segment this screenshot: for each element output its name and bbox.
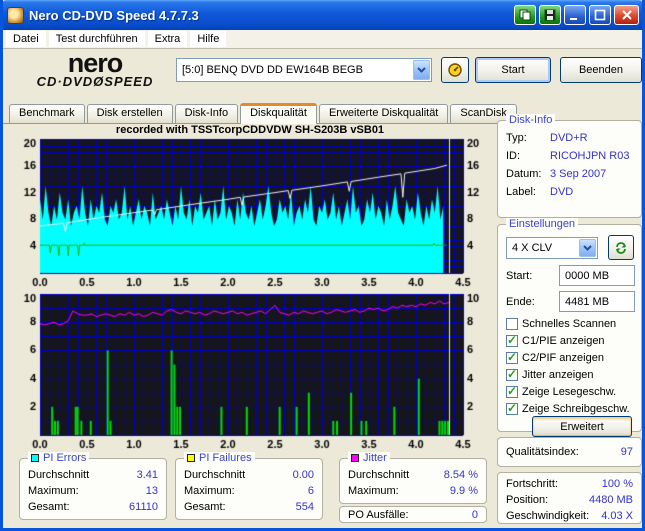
refresh-button[interactable]	[608, 235, 634, 260]
jitter-caption: Jitter	[363, 452, 387, 464]
menu-extra[interactable]: Extra	[147, 31, 188, 47]
settings-caption: Einstellungen	[506, 218, 579, 230]
disk-info-row: Datum: 3 Sep 2007	[506, 168, 607, 180]
jitter-legend-swatch	[351, 454, 359, 462]
progress-panel: Fortschritt: 100 % Position: 4480 MB Gesch…	[497, 472, 642, 524]
quit-button-label: Beenden	[578, 64, 624, 76]
app-window: Nero CD-DVD Speed 4.7.7.3 Datei Test dur…	[0, 0, 645, 531]
pi-errors-panel: PI Errors Durchschnitt 3.41 Maximum: 13 Ge…	[19, 452, 167, 520]
checkbox-icon[interactable]	[506, 318, 518, 330]
checkbox-c1-pie-anzeigen[interactable]: C1/PIE anzeigen	[506, 333, 605, 348]
start-button-label: Start	[501, 64, 525, 76]
end-field-label: Ende:	[506, 295, 535, 308]
progress-row: Fortschritt: 100 %	[506, 478, 633, 490]
checkbox-icon[interactable]	[506, 367, 518, 381]
header: nero CD·DVDØSPEED [5:0] BENQ DVD DD EW16…	[3, 50, 642, 103]
menu-hilfe[interactable]: Hilfe	[190, 31, 227, 47]
menu-bar: Datei Test durchführen Extra Hilfe	[3, 30, 642, 49]
quality-index-value: 97	[620, 446, 633, 458]
scan-speed-value: 4 X CLV	[512, 242, 553, 254]
drive-select-value: [5:0] BENQ DVD DD EW164B BEGB	[182, 64, 363, 76]
maximize-icon	[594, 9, 606, 21]
jitter-panel: Jitter Durchschnitt 8.54 % Maximum: 9.9 %	[339, 452, 487, 504]
menu-datei[interactable]: Datei	[6, 31, 46, 47]
speed-icon	[448, 63, 462, 77]
disk-info-panel: Disk-Info Typ: DVD+R ID: RICOHJPN R03 Datu…	[497, 114, 642, 218]
start-button[interactable]: Start	[475, 57, 551, 83]
pi-failures-caption: PI Failures	[199, 452, 252, 464]
end-field[interactable]: 4481 MB	[559, 291, 635, 312]
checkbox-icon[interactable]	[506, 401, 518, 415]
tab-disk-info[interactable]: Disk-Info	[174, 104, 239, 123]
speed-row: Geschwindigkeit: 4.03 X	[506, 510, 633, 522]
pi-failures-panel: PI Failures Durchschnitt 0.00 Maximum: 6 G…	[175, 452, 323, 520]
disk-info-row: ID: RICOHJPN R03	[506, 150, 630, 162]
title-bar: Nero CD-DVD Speed 4.7.7.3	[3, 0, 642, 30]
app-icon	[7, 6, 24, 24]
advanced-button[interactable]: Erweitert	[532, 416, 632, 437]
po-failures-row: PO Ausfälle: 0	[348, 509, 478, 521]
refresh-icon	[616, 241, 626, 254]
checkbox-icon[interactable]	[506, 384, 518, 398]
window-title: Nero CD-DVD Speed 4.7.7.3	[29, 7, 199, 23]
tab-diskqualitaet[interactable]: Diskqualität	[240, 103, 317, 124]
po-failures-panel: PO Ausfälle: 0	[339, 506, 487, 523]
settings-panel: Einstellungen 4 X CLV Start: 0000 MB End…	[497, 218, 642, 437]
disk-info-row: Label: DVD	[506, 186, 574, 198]
checkbox-icon[interactable]	[506, 333, 518, 347]
tab-disk-erstellen[interactable]: Disk erstellen	[86, 104, 173, 123]
nero-logo-text: nero	[67, 48, 124, 78]
position-row: Position: 4480 MB	[506, 494, 633, 506]
pi-errors-legend-swatch	[31, 454, 39, 462]
chart-recorded-with-label: recorded with TSSTcorpCDDVDW SH-S203B vS…	[115, 124, 385, 136]
advanced-button-label: Erweitert	[560, 420, 604, 433]
pi-failures-legend-swatch	[187, 454, 195, 462]
stat-row: Gesamt: 554	[184, 501, 314, 513]
stat-row: Gesamt: 61110	[28, 501, 158, 513]
minimize-button[interactable]	[564, 5, 586, 25]
stat-row: Durchschnitt 0.00	[184, 469, 314, 481]
nero-logo: nero CD·DVDØSPEED	[15, 48, 175, 89]
copy-button[interactable]	[514, 5, 536, 25]
quit-button[interactable]: Beenden	[560, 57, 642, 83]
menu-test-durchfuehren[interactable]: Test durchführen	[48, 31, 145, 47]
disk-info-row: Typ: DVD+R	[506, 132, 588, 144]
save-button[interactable]	[539, 5, 561, 25]
speed-select-button[interactable]	[441, 57, 469, 83]
drive-select[interactable]: [5:0] BENQ DVD DD EW164B BEGB	[176, 58, 432, 82]
close-button[interactable]	[614, 5, 639, 25]
checkbox-icon[interactable]	[506, 350, 518, 364]
stat-row: Maximum: 9.9 %	[348, 485, 478, 497]
disk-info-caption: Disk-Info	[506, 114, 556, 126]
start-field[interactable]: 0000 MB	[559, 265, 635, 286]
copy-icon	[519, 9, 531, 21]
checkbox-c2-pif-anzeigen[interactable]: C2/PIF anzeigen	[506, 350, 604, 365]
start-field-label: Start:	[506, 269, 533, 282]
checkbox-zeige-lesegeschw[interactable]: Zeige Lesegeschw.	[506, 384, 616, 399]
checkbox-schnelles-scannen[interactable]: Schnelles Scannen	[506, 317, 616, 331]
pi-failures-jitter-chart	[11, 292, 489, 450]
quality-index-panel: Qualitätsindex: 97	[497, 437, 642, 467]
chevron-down-icon[interactable]	[413, 60, 430, 80]
stat-row: Maximum: 13	[28, 485, 158, 497]
checkbox-jitter-anzeigen[interactable]: Jitter anzeigen	[506, 367, 594, 382]
stat-row: Maximum: 6	[184, 485, 314, 497]
pi-errors-chart	[11, 137, 489, 288]
tab-benchmark[interactable]: Benchmark	[9, 104, 85, 123]
tab-erweiterte-diskqualitaet[interactable]: Erweiterte Diskqualität	[318, 104, 449, 123]
checkbox-zeige-schreibgeschw[interactable]: Zeige Schreibgeschw.	[506, 401, 630, 416]
stat-row: Durchschnitt 8.54 %	[348, 469, 478, 481]
minimize-icon	[570, 18, 577, 20]
scan-speed-select[interactable]: 4 X CLV	[506, 237, 598, 259]
quality-index-label: Qualitätsindex:	[506, 446, 579, 458]
chevron-down-icon[interactable]	[579, 239, 596, 257]
pi-errors-caption: PI Errors	[43, 452, 87, 464]
cddvdspeed-logo-text: CD·DVDØSPEED	[36, 74, 154, 89]
save-icon	[544, 9, 556, 21]
stat-row: Durchschnitt 3.41	[28, 469, 158, 481]
maximize-button[interactable]	[589, 5, 611, 25]
close-icon	[621, 10, 632, 20]
